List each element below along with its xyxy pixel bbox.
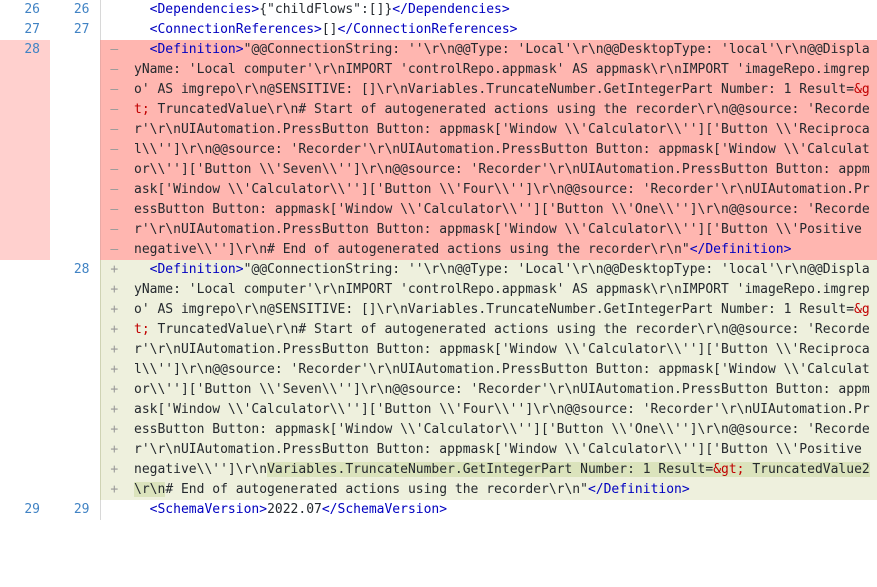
addition-marker: +	[110, 262, 119, 277]
addition-marker: +	[110, 462, 119, 477]
addition-marker: +	[110, 342, 119, 357]
addition-marker: +	[110, 382, 119, 397]
code-segment-tag: <ConnectionReferences>	[149, 22, 322, 37]
addition-marker: +	[110, 282, 119, 297]
diff-marker	[99, 500, 128, 520]
old-line-number[interactable]: 29	[0, 500, 50, 520]
diff-row-deletion: 28 — — — — — — — — — — — <Definition>"@@ConnectionS…	[0, 40, 877, 260]
code-segment-tag: <SchemaVersion>	[149, 502, 268, 517]
code-segment-plain: []	[321, 22, 338, 37]
deletion-marker: —	[110, 42, 119, 57]
code-segment-tag: </Dependencies>	[392, 2, 510, 17]
old-line-number[interactable]: 28	[0, 40, 50, 260]
code-segment-tag: </SchemaVersion>	[321, 502, 448, 517]
diff-row-context: 26 26 <Dependencies>{"childFlows":[]}</De…	[0, 0, 877, 20]
addition-marker: +	[110, 442, 119, 457]
code-segment-tag: </Definition>	[587, 482, 690, 497]
addition-marker: +	[110, 362, 119, 377]
addition-marker: +	[110, 322, 119, 337]
code-segment-tag: <Definition>	[149, 42, 244, 57]
addition-marker: +	[110, 302, 119, 317]
diff-marker	[99, 20, 128, 40]
diff-body: 26 26 <Dependencies>{"childFlows":[]}</De…	[0, 0, 877, 520]
deletion-marker: —	[110, 142, 119, 157]
old-line-number[interactable]: 27	[0, 20, 50, 40]
code-segment-plain	[134, 262, 150, 277]
diff-row-addition: 28 + + + + + + + + + + + + <Definition>"@@Connection…	[0, 260, 877, 500]
addition-marker: +	[110, 422, 119, 437]
addition-marker: +	[110, 402, 119, 417]
new-line-number[interactable]: 29	[50, 500, 100, 520]
deletion-marker: —	[110, 242, 119, 257]
code-segment-plain: "@@ConnectionString: ''\r\n@@Type: 'Loca…	[134, 42, 870, 97]
code-segment-tag: <Dependencies>	[149, 2, 260, 17]
diff-marker: — — — — — — — — — — —	[99, 40, 129, 260]
deletion-marker: —	[110, 202, 119, 217]
code-segment-tag: </ConnectionReferences>	[337, 22, 518, 37]
code-line[interactable]: <Definition>"@@ConnectionString: ''\r\n@…	[128, 40, 877, 260]
new-line-number[interactable]: 28	[50, 260, 100, 500]
deletion-marker: —	[110, 62, 119, 77]
code-segment-plain-hl: Variables.TruncateNumber.GetIntegerPart …	[267, 462, 714, 477]
deletion-marker: —	[110, 82, 119, 97]
code-segment-plain	[134, 42, 150, 57]
diff-marker	[99, 0, 128, 20]
code-segment-plain: 2022.07	[267, 502, 322, 517]
diff-marker-stack: — — — — — — — — — — —	[101, 40, 129, 260]
new-line-number[interactable]: 27	[50, 20, 100, 40]
new-line-number[interactable]: 26	[50, 0, 100, 20]
deletion-marker: —	[110, 102, 119, 117]
deletion-marker: —	[110, 122, 119, 137]
code-line[interactable]: <SchemaVersion>2022.07</SchemaVersion>	[128, 500, 877, 520]
diff-table: 26 26 <Dependencies>{"childFlows":[]}</De…	[0, 0, 877, 520]
code-segment-plain: TruncatedValue\r\n# Start of autogenerat…	[134, 322, 870, 477]
addition-marker: +	[110, 482, 119, 497]
diff-row-context: 29 29 <SchemaVersion>2022.07</SchemaVersi…	[0, 500, 877, 520]
code-segment-plain	[134, 2, 150, 17]
diff-row-context: 27 27 <ConnectionReferences>[]</Connectio…	[0, 20, 877, 40]
new-line-number[interactable]	[50, 40, 100, 260]
old-line-number[interactable]: 26	[0, 0, 50, 20]
old-line-number[interactable]	[0, 260, 50, 500]
code-segment-plain: {"childFlows":[]}	[259, 2, 393, 17]
code-segment-plain	[134, 22, 150, 37]
code-line[interactable]: <Dependencies>{"childFlows":[]}</Depende…	[128, 0, 877, 20]
code-segment-tag: <Definition>	[149, 262, 244, 277]
deletion-marker: —	[110, 162, 119, 177]
code-segment-plain	[134, 502, 150, 517]
diff-marker-stack: + + + + + + + + + + + +	[101, 260, 129, 500]
code-segment-plain: "@@ConnectionString: ''\r\n@@Type: 'Loca…	[134, 262, 870, 317]
code-line[interactable]: <Definition>"@@ConnectionString: ''\r\n@…	[128, 260, 877, 500]
code-segment-plain: TruncatedValue\r\n# Start of autogenerat…	[134, 102, 870, 257]
diff-marker: + + + + + + + + + + + +	[99, 260, 129, 500]
code-segment-tag: </Definition>	[689, 242, 792, 257]
deletion-marker: —	[110, 222, 119, 237]
deletion-marker: —	[110, 182, 119, 197]
code-segment-plain: # End of autogenerated actions using the…	[165, 482, 588, 497]
code-line[interactable]: <ConnectionReferences>[]</ConnectionRefe…	[128, 20, 877, 40]
code-segment-ent-hl: &gt;	[713, 462, 745, 477]
